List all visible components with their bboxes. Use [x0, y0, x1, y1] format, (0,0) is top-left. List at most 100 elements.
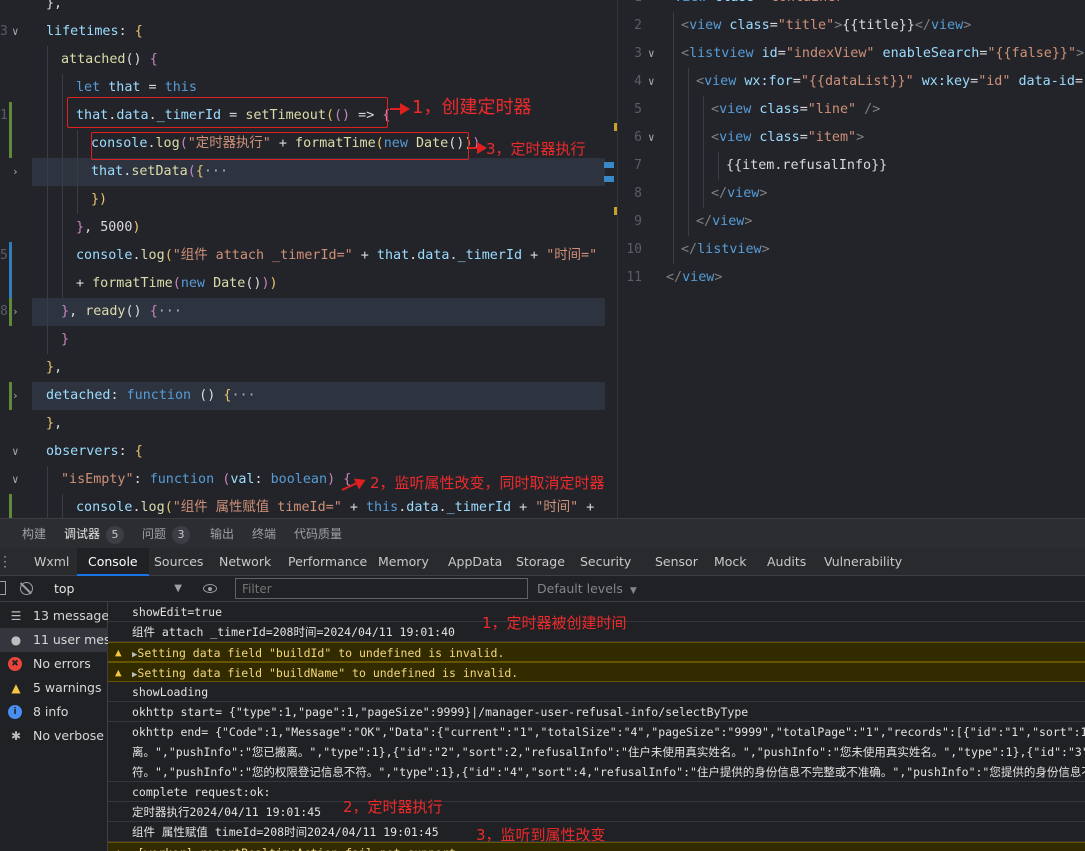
code-token: view: [682, 270, 715, 285]
code-editor-wxml[interactable]: 1<view class="container">2<view class="t…: [617, 0, 1085, 518]
panel-tab[interactable]: 终端: [252, 519, 276, 549]
code-token: function: [126, 388, 192, 403]
panel-tab[interactable]: 代码质量: [294, 519, 342, 549]
filter-input[interactable]: [235, 578, 528, 599]
code-token: ): [269, 276, 278, 291]
code-line[interactable]: }: [32, 326, 605, 354]
fold-icon[interactable]: ∨: [648, 68, 655, 96]
wxml-line[interactable]: 10 </listview>: [618, 236, 1085, 264]
code-token: {: [134, 444, 143, 459]
sidebar-filter-item[interactable]: i 8 info: [0, 700, 108, 724]
annotation-log-exec: 2，定时器执行: [343, 798, 443, 816]
code-token: .: [409, 248, 418, 263]
devtools-tab[interactable]: AppData: [437, 548, 513, 576]
code-line[interactable]: that.setData({···: [32, 158, 605, 186]
devtools-tab[interactable]: Mock: [703, 548, 758, 576]
wxml-line[interactable]: 9 </view>: [618, 208, 1085, 236]
fold-icon[interactable]: ›: [12, 382, 19, 410]
wxml-line[interactable]: 2 <view class="title">{{title}}</view>: [618, 12, 1085, 40]
fold-icon[interactable]: ∨: [12, 438, 19, 466]
fold-icon[interactable]: ∨: [648, 40, 655, 68]
gutter: ›: [0, 158, 32, 186]
code-token: wx:for: [744, 74, 793, 89]
console-message[interactable]: 定时器执行2024/04/11 19:01:45: [108, 802, 1085, 822]
devtools-tab[interactable]: Security: [569, 548, 642, 576]
devtools-tab[interactable]: Wxml: [23, 548, 80, 576]
code-token: .: [449, 248, 458, 263]
gutter: 1: [0, 102, 32, 130]
change-marker: [9, 130, 12, 158]
console-text: Setting data field "buildName" to undefi…: [137, 666, 519, 680]
code-token: =: [777, 46, 786, 61]
devtools-tab[interactable]: Audits: [756, 548, 817, 576]
devtools-tab[interactable]: Vulnerability: [813, 548, 913, 576]
devtools-tab[interactable]: Console: [77, 548, 149, 576]
code-line[interactable]: }, 5000): [32, 214, 605, 242]
code-token: (): [125, 52, 150, 67]
sidebar-filter-item[interactable]: ✱ No verbose: [0, 724, 108, 748]
wxml-line[interactable]: 7 {{item.refusalInfo}}: [618, 152, 1085, 180]
console-message[interactable]: okhttp end= {"Code":1,"Message":"OK","Da…: [108, 722, 1085, 782]
code-text: },: [46, 0, 62, 18]
code-line[interactable]: detached: function () {···: [32, 382, 605, 410]
code-line[interactable]: observers: {: [32, 438, 605, 466]
wxml-line[interactable]: 3 ∨ <listview id="indexView" enableSearch=…: [618, 40, 1085, 68]
code-token: }: [61, 304, 70, 319]
wxml-line[interactable]: 1 <view class="container">: [618, 0, 1085, 12]
console-message[interactable]: complete request:ok:: [108, 782, 1085, 802]
indent-guide: [673, 68, 674, 96]
devtools-tab[interactable]: Storage: [505, 548, 576, 576]
sidebar-filter-item[interactable]: ● 11 user mes...: [0, 628, 108, 652]
code-line[interactable]: console.log("组件 attach _timerId=" + that…: [32, 242, 605, 270]
console-warning[interactable]: ▲ ▶Setting data field "buildName" to unde…: [108, 662, 1085, 682]
code-token: </: [681, 242, 698, 257]
sidebar-toggle-icon[interactable]: [0, 581, 6, 595]
panel-tab[interactable]: 问题 3: [142, 519, 191, 549]
fold-icon[interactable]: ∨: [648, 124, 655, 152]
fold-icon[interactable]: ∨: [12, 18, 19, 46]
code-line[interactable]: },: [32, 0, 605, 18]
code-line[interactable]: }, ready() {···: [32, 298, 605, 326]
code-line[interactable]: + formatTime(new Date())): [32, 270, 605, 298]
panel-tab[interactable]: 输出: [210, 519, 234, 549]
code-line[interactable]: attached() {: [32, 46, 605, 74]
devtools-tab[interactable]: Network: [208, 548, 282, 576]
devtools-tab[interactable]: Performance: [277, 548, 378, 576]
code-line[interactable]: },: [32, 354, 605, 382]
gutter: [0, 410, 32, 438]
fold-icon[interactable]: ∨: [12, 466, 19, 494]
code-token: =: [755, 0, 763, 5]
code-text: {{item.refusalInfo}}: [726, 152, 887, 180]
code-token: ): [132, 220, 141, 235]
code-line[interactable]: lifetimes: {: [32, 18, 605, 46]
devtools-tab[interactable]: Sensor: [644, 548, 709, 576]
wxml-line[interactable]: 8 </view>: [618, 180, 1085, 208]
code-token: </: [711, 186, 728, 201]
panel-tab[interactable]: 构建: [22, 519, 46, 549]
console-message[interactable]: showLoading: [108, 682, 1085, 702]
devtools-tab[interactable]: Memory: [367, 548, 440, 576]
fold-icon[interactable]: ›: [12, 298, 19, 326]
code-text: }: [61, 326, 69, 354]
code-line[interactable]: }): [32, 186, 605, 214]
inspect-icon[interactable]: ⋮: [0, 548, 12, 576]
wxml-line[interactable]: 5 <view class="line" />: [618, 96, 1085, 124]
code-line[interactable]: },: [32, 410, 605, 438]
code-text: <listview id="indexView" enableSearch="{…: [681, 40, 1084, 68]
panel-tab[interactable]: 调试器 5: [64, 519, 125, 549]
sidebar-filter-item[interactable]: ▲ 5 warnings: [0, 676, 108, 700]
code-editor-js[interactable]: }, 3 ∨ lifetimes: {attached() {let that = t…: [0, 0, 617, 518]
wxml-line[interactable]: 11 </view>: [618, 264, 1085, 292]
wxml-line[interactable]: 4 ∨ <view wx:for="{{dataList}}" wx:key="id…: [618, 68, 1085, 96]
fold-icon[interactable]: ›: [12, 158, 19, 186]
console-warning[interactable]: ▲ ▶Setting data field "buildId" to undefi…: [108, 642, 1085, 662]
sidebar-filter-item[interactable]: ✖ No errors: [0, 652, 108, 676]
context-select[interactable]: top ▼: [46, 579, 186, 599]
console-message[interactable]: okhttp start= {"type":1,"page":1,"pageSi…: [108, 702, 1085, 722]
sidebar-filter-item[interactable]: ☰ 13 messages: [0, 604, 108, 628]
code-line[interactable]: console.log("组件 属性赋值 timeId=" + this.dat…: [32, 494, 605, 518]
line-number: 10: [626, 242, 642, 257]
wxml-line[interactable]: 6 ∨ <view class="item">: [618, 124, 1085, 152]
log-levels-select[interactable]: Default levels ▼: [537, 576, 637, 604]
devtools-tab[interactable]: Sources: [143, 548, 214, 576]
